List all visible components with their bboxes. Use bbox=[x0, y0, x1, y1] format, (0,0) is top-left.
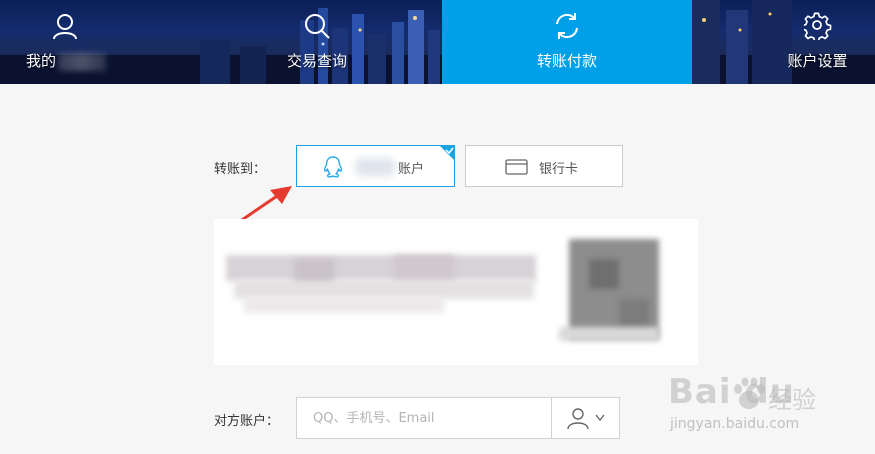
qq-account-label: 账户 bbox=[398, 162, 425, 177]
selected-check-icon bbox=[439, 145, 455, 161]
redacted-text-block bbox=[394, 255, 454, 279]
nav-item-transfer-payment[interactable]: 转账付款 bbox=[442, 0, 692, 84]
counterparty-account-label: 对方账户： bbox=[214, 414, 280, 429]
redacted-qr-block bbox=[619, 299, 649, 329]
top-nav-bar: 我的 交易查询 转账付款 账户设置 bbox=[0, 0, 875, 84]
refresh-icon bbox=[556, 13, 578, 39]
transfer-option-bank-card[interactable]: 银行卡 bbox=[465, 145, 623, 187]
gear-icon bbox=[803, 12, 831, 40]
nav-item-account-settings[interactable]: 账户设置 bbox=[755, 0, 875, 84]
nav-label-transfer-payment: 转账付款 bbox=[536, 52, 597, 70]
nav-item-my[interactable]: 我的 bbox=[0, 0, 130, 84]
chevron-down-icon bbox=[595, 414, 605, 422]
redacted-qr-block bbox=[589, 259, 619, 289]
nav-item-transaction-query[interactable]: 交易查询 bbox=[252, 0, 382, 84]
nav-label-transaction-query: 交易查询 bbox=[286, 52, 347, 70]
nav-label-account-settings: 账户设置 bbox=[787, 52, 848, 70]
redacted-text-line bbox=[226, 255, 536, 281]
counterparty-account-input[interactable] bbox=[296, 397, 552, 439]
nav-label-my: 我的 bbox=[26, 52, 57, 70]
transfer-option-qq-account[interactable]: 账户 bbox=[296, 145, 455, 187]
search-icon bbox=[305, 14, 330, 39]
baidu-jingyan-watermark: Bai du 经验 jingyan.baidu.com bbox=[668, 370, 868, 450]
contact-picker-button[interactable] bbox=[551, 397, 620, 439]
redacted-qr-caption bbox=[559, 327, 659, 341]
watermark-url: jingyan.baidu.com bbox=[670, 416, 800, 432]
bank-card-icon bbox=[505, 159, 528, 175]
watermark-cn: 经验 bbox=[768, 386, 816, 414]
transfer-to-label: 转账到： bbox=[214, 162, 267, 177]
contacts-icon bbox=[567, 408, 589, 430]
redacted-username bbox=[58, 52, 107, 71]
qq-icon bbox=[323, 156, 343, 178]
bank-card-label: 银行卡 bbox=[539, 162, 579, 177]
redacted-info-card bbox=[214, 219, 698, 365]
redacted-text-block bbox=[294, 259, 334, 281]
user-icon bbox=[53, 14, 77, 40]
redacted-account-type bbox=[355, 158, 395, 176]
redacted-text-line bbox=[244, 297, 444, 313]
redacted-text-line bbox=[234, 279, 534, 299]
paw-icon bbox=[734, 377, 765, 409]
city-skyline-background bbox=[0, 0, 875, 84]
